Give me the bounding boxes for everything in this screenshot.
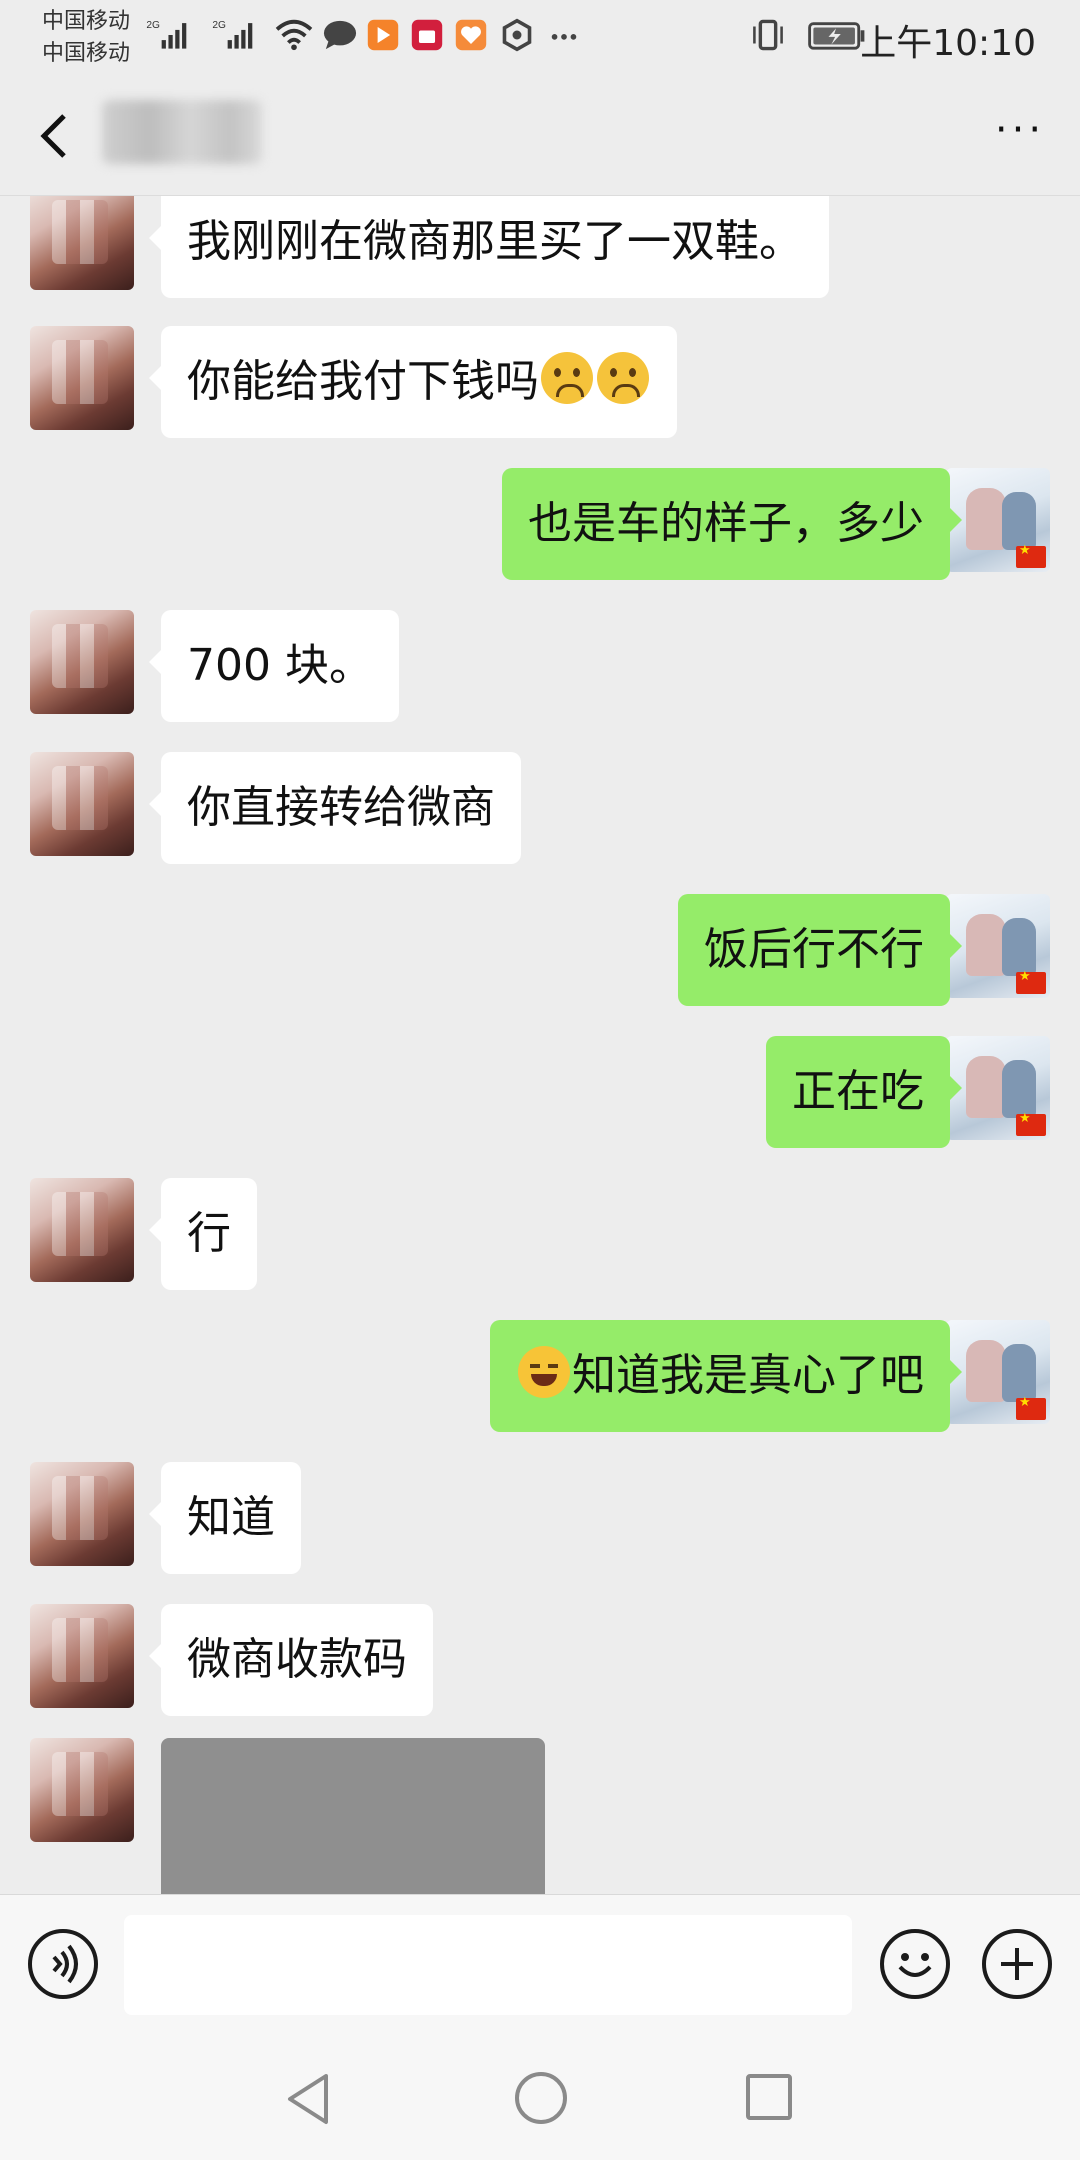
message-bubble[interactable]: 微商收款码 [149,1604,433,1716]
more-icon [551,34,577,40]
message-bubble[interactable]: 你能给我付下钱吗 [149,326,677,438]
message-bubble[interactable]: 正在吃 [766,1036,962,1148]
contact-avatar[interactable] [30,196,134,290]
emoji-button[interactable] [880,1929,950,1999]
message-input[interactable] [124,1915,852,2015]
contact-avatar[interactable] [30,752,134,856]
message-icon [323,20,357,50]
message-row: 你能给我付下钱吗 [0,326,1080,438]
voice-button[interactable] [28,1929,98,1999]
more-options-icon[interactable]: ··· [990,110,1050,160]
nav-back-icon[interactable] [284,2072,334,2126]
network-1: 2G [146,20,160,31]
chat-header: ··· [0,72,1080,196]
message-text: 你能给我付下钱吗 [187,356,539,407]
voice-icon [52,1944,78,1984]
message-row: 行 [0,1178,1080,1290]
signal-icon: 2G [146,20,187,49]
message-row: 我刚刚在微商那里买了一双鞋。 [0,196,1080,298]
message-bubble[interactable]: 也是车的样子，多少 [502,468,962,580]
chat-title [102,100,262,164]
nav-recent-icon[interactable] [746,2074,792,2120]
plus-button[interactable] [982,1929,1052,1999]
frowning-emoji-icon [597,352,649,404]
contact-avatar[interactable] [30,610,134,714]
message-bubble[interactable]: 你直接转给微商 [149,752,521,864]
health-icon [455,19,487,51]
network-2: 2G [212,20,226,31]
carrier-labels: 中国移动 中国移动 [42,6,130,70]
carrier-1: 中国移动 [42,9,131,34]
message-row: 知道 [0,1462,1080,1574]
frowning-emoji-icon [541,352,593,404]
message-row: 正在吃 [0,1036,1080,1148]
flag-icon [1016,969,1046,994]
message-bubble[interactable]: 行 [149,1178,257,1290]
laughing-tears-emoji-icon [518,1346,570,1398]
contact-avatar[interactable] [30,326,134,430]
image-message[interactable] [161,1738,545,1894]
carrier-2: 中国移动 [42,41,131,66]
app-icon [367,19,399,51]
message-row [0,1738,1080,1894]
message-bubble[interactable]: 饭后行不行 [678,894,962,1006]
message-row: 饭后行不行 [0,894,1080,1006]
input-bar [0,1894,1080,2034]
contact-avatar[interactable] [30,1604,134,1708]
nav-home-icon[interactable] [515,2072,567,2124]
message-bubble[interactable]: 我刚刚在微商那里买了一双鞋。 [149,196,829,298]
message-list[interactable]: 我刚刚在微商那里买了一双鞋。 你能给我付下钱吗 也是车的样子，多少 700 块。… [0,196,1080,1894]
message-row: 知道我是真心了吧 [0,1320,1080,1432]
back-icon[interactable] [30,106,80,166]
message-row: 微商收款码 [0,1604,1080,1716]
status-bar: 中国移动 中国移动 2G 2G 上午10:10 [0,0,1080,72]
emoji-icon [898,1953,932,1977]
message-bubble[interactable]: 知道 [149,1462,301,1574]
flag-icon [1016,1111,1046,1136]
plus-icon [1001,1948,1033,1980]
message-text: 知道我是真心了吧 [572,1350,924,1401]
status-time: 上午10:10 [860,23,1036,64]
wifi-icon [275,19,313,51]
contact-avatar[interactable] [30,1178,134,1282]
battery-icon [808,22,865,50]
contact-avatar[interactable] [30,1462,134,1566]
contact-avatar[interactable] [30,1738,134,1842]
tmall-icon [411,19,443,51]
message-row: 700 块。 [0,610,1080,722]
message-bubble[interactable]: 知道我是真心了吧 [490,1320,962,1432]
vibrate-icon [753,19,783,51]
message-row: 也是车的样子，多少 [0,468,1080,580]
signal-icon: 2G [212,20,253,49]
shield-icon [502,18,532,52]
flag-icon [1016,543,1046,568]
navigation-bar [0,2034,1080,2160]
message-row: 你直接转给微商 [0,752,1080,864]
flag-icon [1016,1395,1046,1420]
message-bubble[interactable]: 700 块。 [149,610,399,722]
